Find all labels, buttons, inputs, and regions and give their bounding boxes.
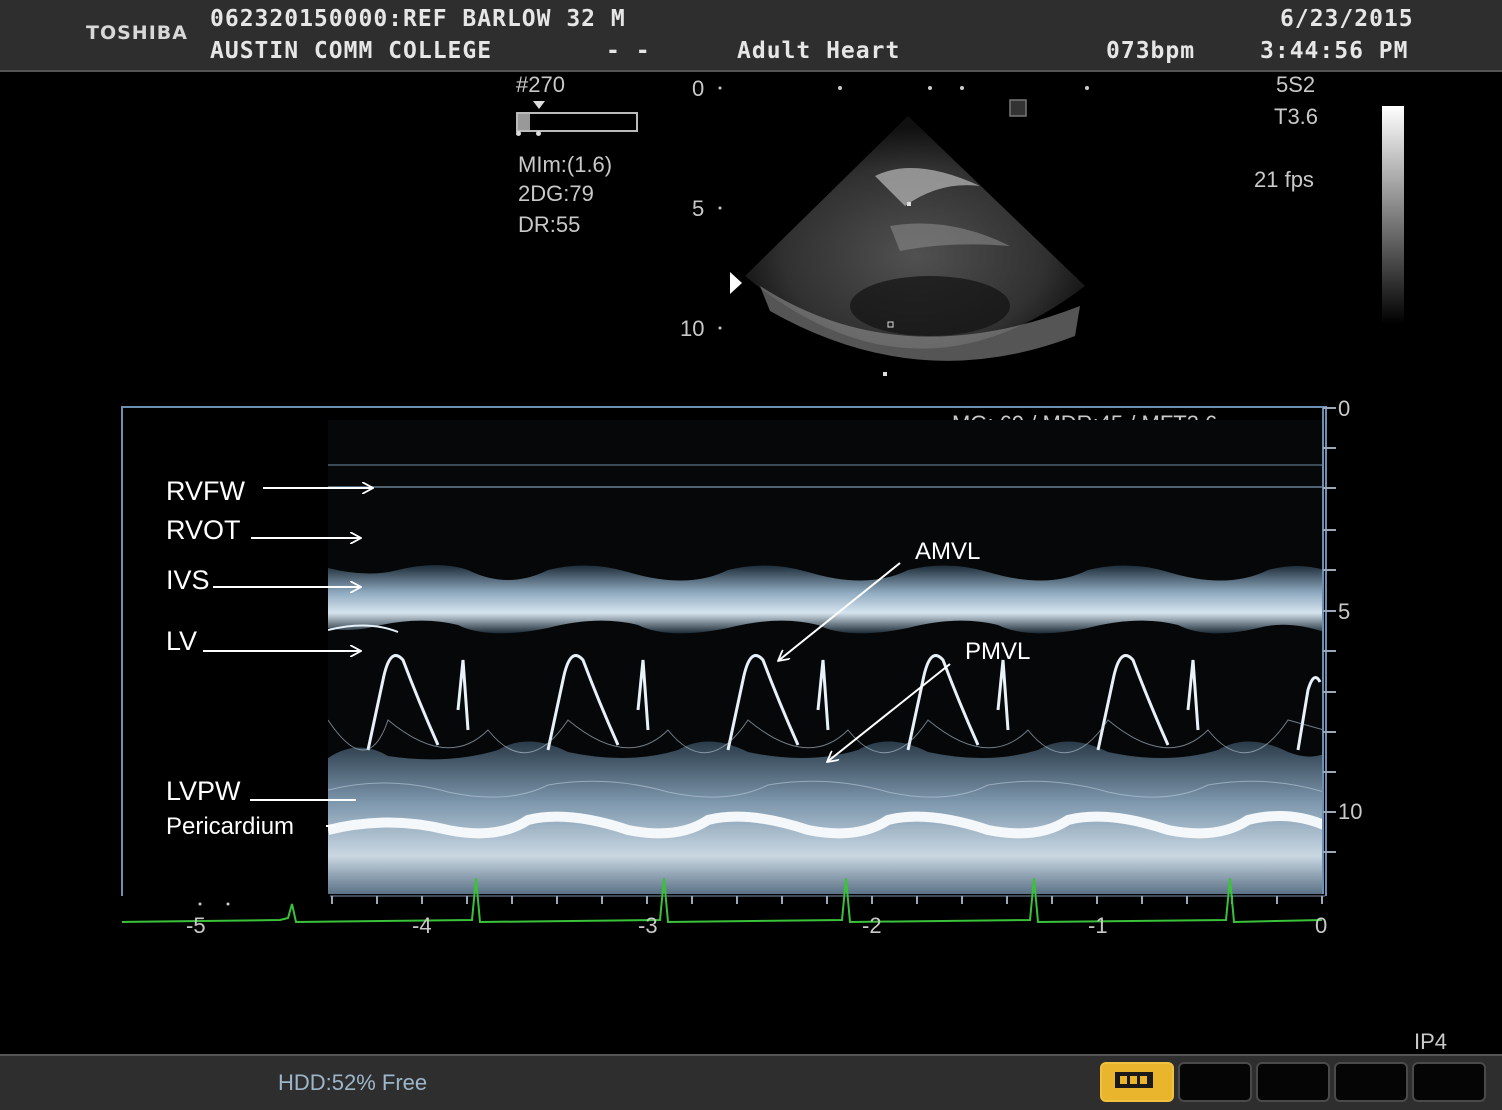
hdd-status: HDD:52% Free (278, 1070, 428, 1095)
soft-key-2[interactable] (1256, 1062, 1330, 1102)
soft-key-3[interactable] (1334, 1062, 1408, 1102)
soft-key-1[interactable] (1178, 1062, 1252, 1102)
preset-label: IP4 (1414, 1029, 1448, 1054)
filmstrip-icon (1115, 1072, 1153, 1088)
soft-key-4[interactable] (1412, 1062, 1486, 1102)
annotation-arrows (203, 0, 951, 827)
